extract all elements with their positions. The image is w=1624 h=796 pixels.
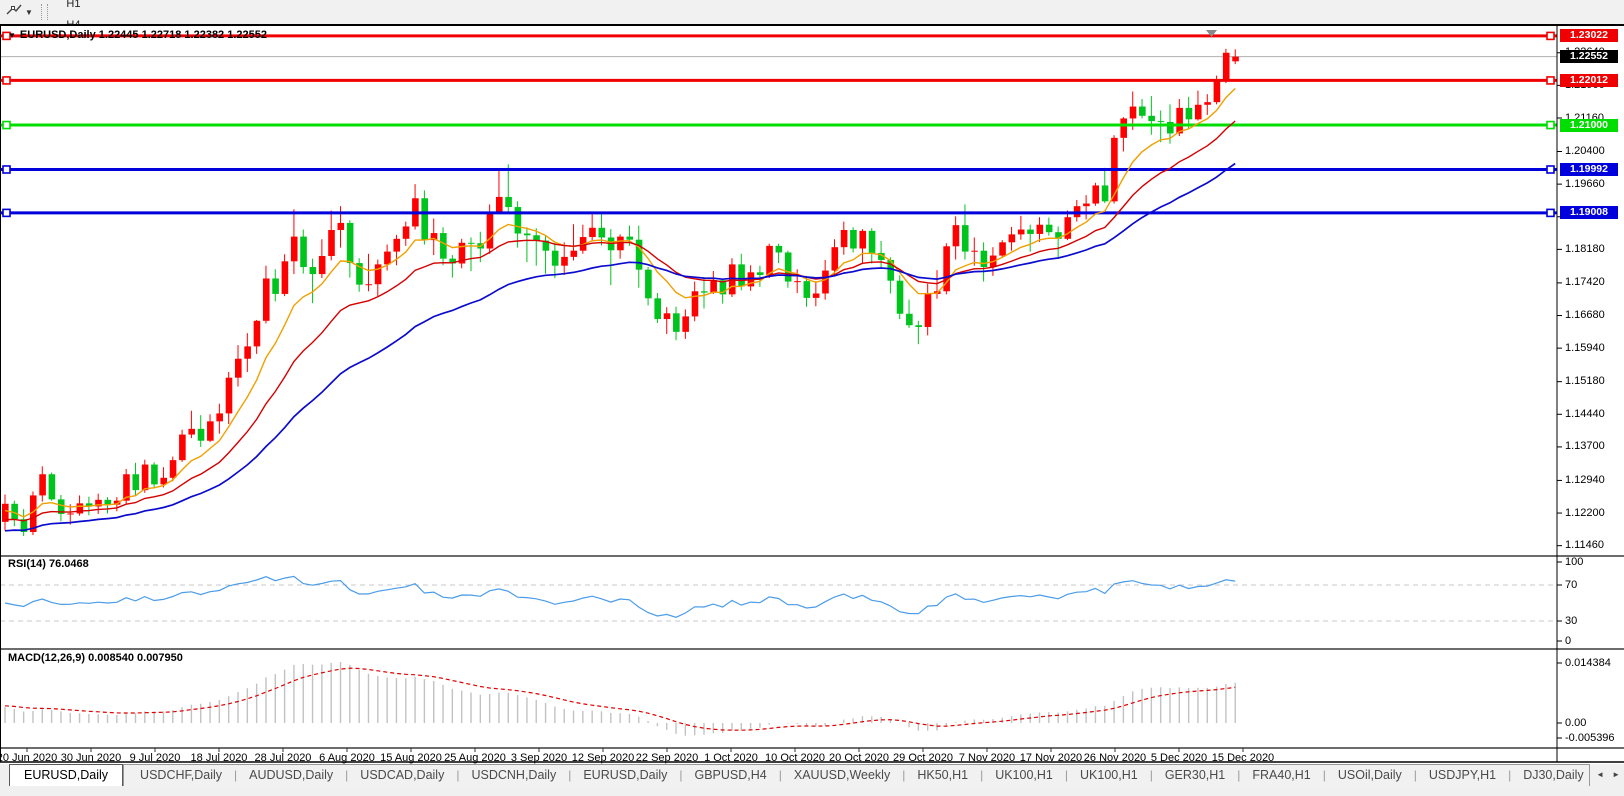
tab-usdchf-daily[interactable]: USDCHF,Daily	[128, 765, 234, 786]
toolbar: ▼ M1M5M15M30H1H4D1W1MN	[0, 0, 1624, 25]
tab-usoil-daily[interactable]: USOil,Daily	[1326, 765, 1414, 786]
tab-usdcad-daily[interactable]: USDCAD,Daily	[348, 765, 456, 786]
tab-scroll-left-icon[interactable]: ◄	[1592, 764, 1608, 785]
tab-dj30-daily[interactable]: DJ30,Daily	[1511, 765, 1590, 786]
toolbar-grip[interactable]	[41, 4, 48, 20]
tab-eurusd-daily[interactable]: EURUSD,Daily	[571, 765, 679, 786]
tab-hk50-h1[interactable]: HK50,H1	[905, 765, 980, 786]
chart-window: ▼EURUSD,Daily 1.22445 1.22718 1.22382 1.…	[0, 24, 1624, 764]
tab-eurusd-daily-active[interactable]: EURUSD,Daily	[9, 764, 123, 786]
tab-xauusd-weekly[interactable]: XAUUSD,Weekly	[782, 765, 902, 786]
mt4-window: ▼ M1M5M15M30H1H4D1W1MN ▼EURUSD,Daily 1.2…	[0, 0, 1624, 796]
tab-usdjpy-h1[interactable]: USDJPY,H1	[1417, 765, 1508, 786]
tab-ger30-h1[interactable]: GER30,H1	[1153, 765, 1237, 786]
tab-audusd-daily[interactable]: AUDUSD,Daily	[237, 765, 345, 786]
tab-usdcnh-daily[interactable]: USDCNH,Daily	[459, 765, 568, 786]
chart-tab-bar: EURUSD,Daily USDCHF,Daily|AUDUSD,Daily|U…	[0, 764, 1624, 796]
chevron-down-icon[interactable]: ▼	[25, 8, 33, 17]
tab-gbpusd-h4[interactable]: GBPUSD,H4	[683, 765, 779, 786]
timeframe-button-h1[interactable]: H1	[55, 0, 92, 15]
tab-scroll-buttons: ◄ ►	[1592, 764, 1624, 785]
tab-fra40-h1[interactable]: FRA40,H1	[1240, 765, 1322, 786]
inactive-tabs-strip: USDCHF,Daily|AUDUSD,Daily|USDCAD,Daily|U…	[123, 764, 1590, 786]
chart-canvas[interactable]	[0, 24, 1624, 764]
draw-tool-button[interactable]: ▼	[2, 2, 37, 22]
tab-scroll-right-icon[interactable]: ►	[1608, 764, 1624, 785]
tab-uk100-h1[interactable]: UK100,H1	[1068, 765, 1150, 786]
tab-uk100-h1[interactable]: UK100,H1	[983, 765, 1065, 786]
crosshair-tool-icon	[6, 3, 22, 22]
